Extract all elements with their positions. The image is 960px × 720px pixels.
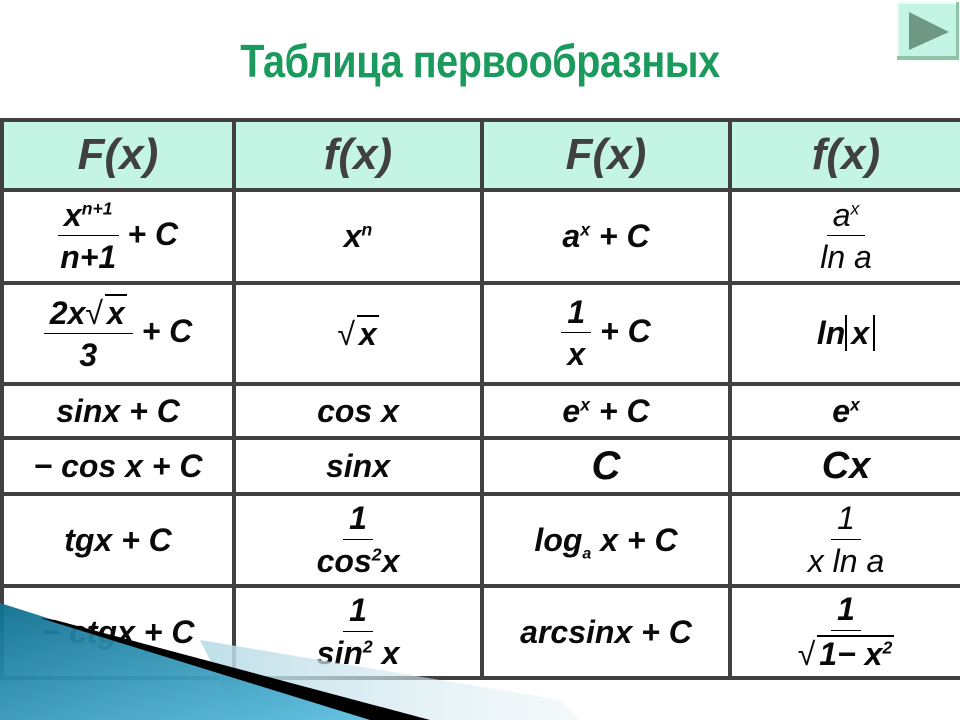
header-F1: F(x) [0, 118, 236, 192]
cell-antiderivative: 1x + C [480, 281, 732, 386]
cell-function: 1 sin2 x [232, 584, 484, 680]
table-row: − ctgx + C 1 sin2 x arcsinx + C 1 √ 1− x2 [0, 584, 960, 680]
next-slide-button[interactable] [897, 2, 959, 60]
cell-antiderivative: ex + C [480, 382, 732, 440]
table-row: − cos x + C sinx C Cx [0, 436, 960, 496]
cell-antiderivative: arcsinx + C [480, 584, 732, 680]
cell-function: Cx [728, 436, 960, 496]
cell-antiderivative: ax + C [480, 188, 732, 285]
cell-function: 1 √ 1− x2 [728, 584, 960, 680]
cell-antiderivative: − cos x + C [0, 436, 236, 496]
cell-function: 1 cos2x [232, 492, 484, 588]
cell-function: sinx [232, 436, 484, 496]
cell-antiderivative: 2x√ x 3 + C [0, 281, 236, 386]
cell-function: √ x [232, 281, 484, 386]
header-F2: F(x) [480, 118, 732, 192]
header-f2: f(x) [728, 118, 960, 192]
play-triangle-icon [909, 12, 949, 50]
cell-function: ax ln a [728, 188, 960, 285]
cell-function: cos x [232, 382, 484, 440]
cell-antiderivative: sinx + C [0, 382, 236, 440]
table-row: tgx + C 1 cos2x loga x + C 1x ln a [0, 492, 960, 588]
cell-function: xn [232, 188, 484, 285]
cell-function: ex [728, 382, 960, 440]
cell-antiderivative: C [480, 436, 732, 496]
antiderivatives-table: F(x) f(x) F(x) f(x) xn+1 n+1 + C xn ax + … [0, 118, 960, 680]
cell-antiderivative: − ctgx + C [0, 584, 236, 680]
page-title: Таблица первообразных [240, 35, 720, 87]
table-row: 2x√ x 3 + C √ x 1x + C ln x [0, 281, 960, 386]
cell-function: 1x ln a [728, 492, 960, 588]
table-header-row: F(x) f(x) F(x) f(x) [0, 118, 960, 192]
header-f1: f(x) [232, 118, 484, 192]
cell-antiderivative: xn+1 n+1 + C [0, 188, 236, 285]
cell-function: ln x [728, 281, 960, 386]
table-row: sinx + C cos x ex + C ex [0, 382, 960, 440]
cell-antiderivative: loga x + C [480, 492, 732, 588]
table-row: xn+1 n+1 + C xn ax + C ax ln a [0, 188, 960, 285]
cell-antiderivative: tgx + C [0, 492, 236, 588]
